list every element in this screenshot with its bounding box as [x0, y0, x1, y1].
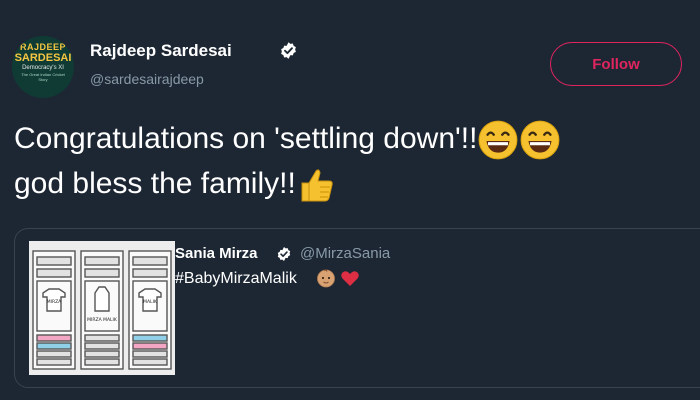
tweet-text-line1: Congratulations on 'settling down'!! — [14, 122, 478, 155]
avatar-text-line3: Democracy's XI — [22, 65, 64, 71]
locker-3 — [128, 250, 172, 370]
author-name[interactable]: Rajdeep Sardesai — [90, 41, 232, 61]
avatar-text-line4: The Great Indian Cricket Story — [21, 72, 65, 82]
thumbs-up-emoji-icon — [301, 169, 333, 202]
tweet-text: Congratulations on 'settling down'!! god… — [14, 116, 694, 206]
tweet-text-line2: god bless the family!! — [14, 167, 296, 201]
quoted-author-handle[interactable]: @MirzaSania — [300, 245, 390, 262]
baby-emoji-icon — [317, 269, 335, 288]
verified-badge-icon — [281, 42, 296, 59]
locker-1 — [32, 250, 76, 370]
author-avatar[interactable]: RAJDEEP SARDESAI Democracy's XI The Grea… — [12, 36, 74, 98]
locker-label-mirza: MIRZA — [47, 299, 62, 305]
quoted-emojis — [316, 268, 360, 293]
follow-button[interactable]: Follow — [550, 42, 682, 86]
locker-label-mirza-malik: MIRZA MALIK — [87, 317, 118, 323]
grinning-face-emoji-icon — [520, 120, 560, 160]
grinning-face-emoji-icon — [478, 120, 518, 160]
locker-2 — [80, 250, 124, 370]
red-heart-emoji-icon — [341, 271, 360, 286]
author-handle[interactable]: @sardesairajdeep — [90, 71, 204, 87]
quoted-tweet-card[interactable]: MIRZA MIRZA MALIK MALIK Sania Mirza @Mir… — [14, 228, 700, 388]
quoted-hashtag-link[interactable]: #BabyMirzaMalik — [175, 270, 297, 288]
verified-badge-icon — [277, 247, 291, 261]
quoted-author-name[interactable]: Sania Mirza — [175, 245, 258, 262]
avatar-text-line2: SARDESAI — [14, 52, 72, 64]
avatar-text-line1: RAJDEEP — [19, 42, 66, 52]
quoted-tweet-image[interactable]: MIRZA MIRZA MALIK MALIK — [29, 241, 175, 375]
locker-label-malik: MALIK — [143, 299, 158, 305]
